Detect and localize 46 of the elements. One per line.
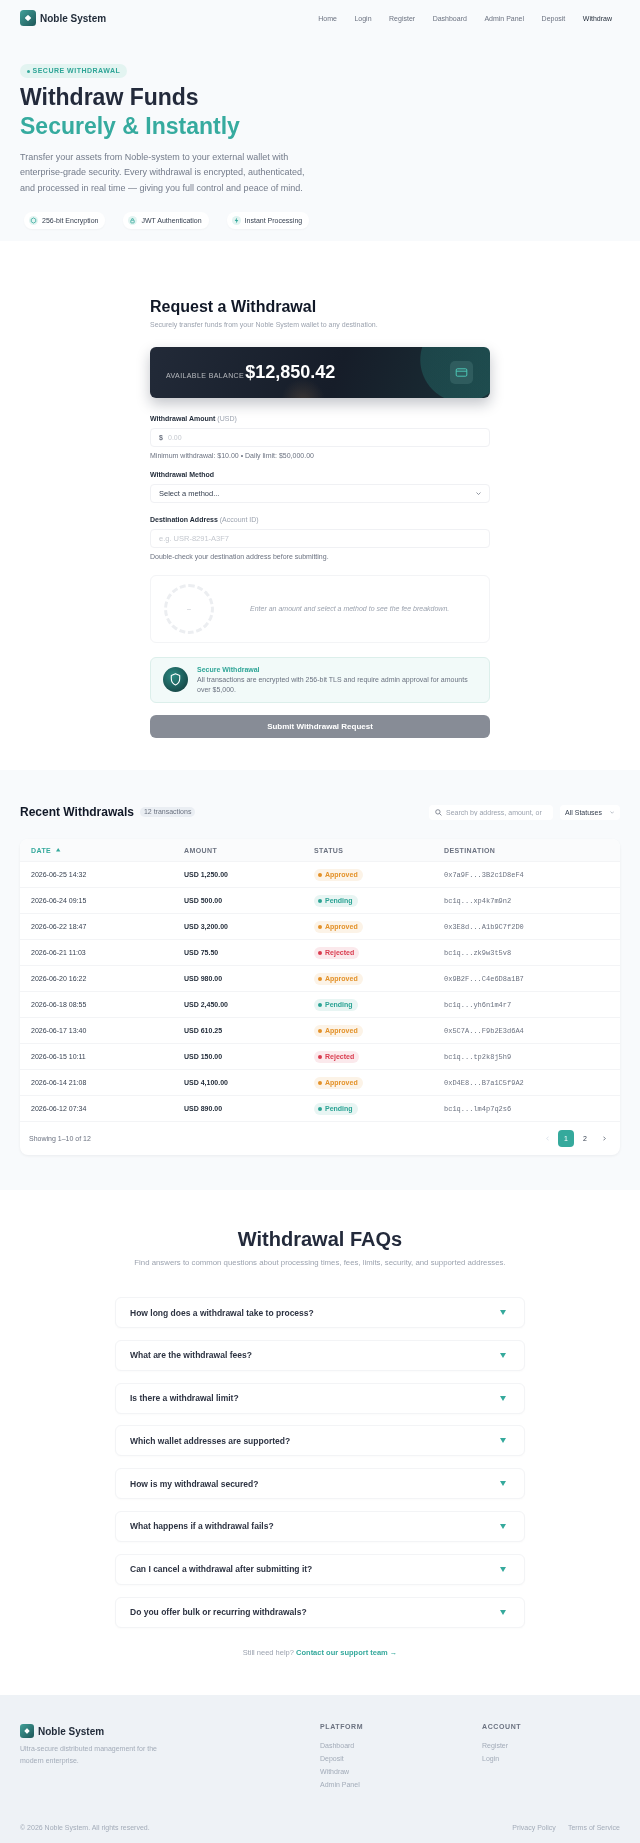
caret-down-icon bbox=[500, 1438, 506, 1444]
caret-down-icon bbox=[500, 1524, 506, 1529]
faq-item[interactable]: How is my withdrawal secured? bbox=[115, 1468, 525, 1500]
faq-question: Is there a withdrawal limit? bbox=[130, 1393, 239, 1404]
credit-card-icon bbox=[450, 361, 473, 384]
balance-amount: $12,850.42 bbox=[245, 362, 336, 383]
form-title: Request a Withdrawal bbox=[150, 297, 318, 317]
logo-icon[interactable] bbox=[20, 10, 36, 26]
chevron-down-icon bbox=[609, 810, 614, 814]
faq-title: Withdrawal FAQs bbox=[237, 1227, 403, 1251]
lightning-icon bbox=[231, 216, 241, 225]
hexagon-icon bbox=[29, 216, 38, 225]
hero-description: Transfer your assets from Noble-system to your external wallet with enterprise-grade security. Every withdrawal is encrypted, authenticated, and processed in real time — giving you full control and peace of mind. bbox=[20, 150, 306, 195]
caret-down-icon bbox=[500, 1310, 506, 1315]
faq-question: What are the withdrawal fees? bbox=[130, 1350, 252, 1361]
chevron-right-icon bbox=[602, 1136, 606, 1141]
logo-icon[interactable] bbox=[20, 1724, 34, 1738]
faq-item[interactable]: Can I cancel a withdrawal after submitting it? bbox=[115, 1553, 525, 1585]
brand-name[interactable]: Noble System bbox=[40, 12, 107, 24]
hero-title: Withdraw Funds bbox=[20, 83, 199, 112]
faq-question: Do you offer bulk or recurring withdrawals? bbox=[130, 1607, 307, 1618]
faq-question: Can I cancel a withdrawal after submitting it? bbox=[130, 1564, 313, 1575]
sort-up-icon bbox=[56, 848, 61, 852]
shield-icon bbox=[163, 667, 188, 692]
caret-down-icon bbox=[500, 1609, 506, 1615]
faq-question: How long does a withdrawal take to process? bbox=[130, 1307, 314, 1318]
caret-down-icon bbox=[500, 1352, 506, 1358]
caret-down-icon bbox=[500, 1566, 506, 1572]
caret-down-icon bbox=[500, 1481, 506, 1487]
faq-item[interactable]: How long does a withdrawal take to process? bbox=[115, 1297, 525, 1328]
hero-title-accent: Securely & Instantly bbox=[20, 112, 240, 141]
caret-down-icon bbox=[500, 1395, 506, 1401]
faq-question: How is my withdrawal secured? bbox=[130, 1478, 259, 1489]
search-icon bbox=[435, 808, 442, 816]
brand-name: Noble System bbox=[38, 1725, 105, 1737]
section-title: Recent Withdrawals bbox=[20, 804, 134, 820]
faq-question: What happens if a withdrawal fails? bbox=[130, 1521, 274, 1532]
dot-icon bbox=[26, 69, 30, 73]
faq-item[interactable]: What happens if a withdrawal fails? bbox=[115, 1511, 525, 1542]
lock-icon bbox=[128, 216, 138, 225]
chevron-down-icon bbox=[476, 491, 481, 496]
faq-question: Which wallet addresses are supported? bbox=[130, 1435, 291, 1446]
faq-item[interactable]: What are the withdrawal fees? bbox=[115, 1339, 525, 1371]
faq-item[interactable]: Is there a withdrawal limit? bbox=[115, 1382, 525, 1414]
faq-item[interactable]: Do you offer bulk or recurring withdrawals? bbox=[115, 1596, 525, 1628]
faq-item[interactable]: Which wallet addresses are supported? bbox=[115, 1425, 525, 1457]
